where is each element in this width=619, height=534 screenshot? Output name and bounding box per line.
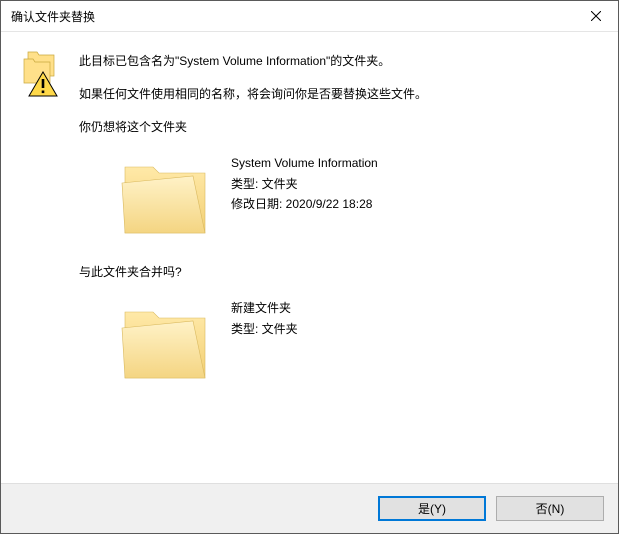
warning-folders-icon bbox=[21, 50, 61, 98]
message-line1: 此目标已包含名为"System Volume Information"的文件夹。 bbox=[79, 52, 427, 71]
no-button[interactable]: 否(N) bbox=[496, 496, 604, 521]
button-bar: 是(Y) 否(N) bbox=[1, 483, 618, 533]
close-icon bbox=[591, 11, 601, 21]
dialog-window: 确认文件夹替换 bbox=[0, 0, 619, 534]
destination-folder-block: 新建文件夹 类型: 文件夹 bbox=[119, 298, 598, 390]
source-folder-modified: 修改日期: 2020/9/22 18:28 bbox=[231, 194, 378, 214]
source-folder-name: System Volume Information bbox=[231, 153, 378, 173]
header-row: 此目标已包含名为"System Volume Information"的文件夹。… bbox=[21, 50, 598, 104]
folder-icon bbox=[119, 153, 211, 245]
destination-prompt: 与此文件夹合并吗? bbox=[79, 263, 598, 280]
destination-folder-details: 新建文件夹 类型: 文件夹 bbox=[231, 298, 298, 339]
close-button[interactable] bbox=[573, 1, 618, 31]
yes-button[interactable]: 是(Y) bbox=[378, 496, 486, 521]
source-folder-type: 类型: 文件夹 bbox=[231, 174, 378, 194]
source-folder-details: System Volume Information 类型: 文件夹 修改日期: … bbox=[231, 153, 378, 214]
header-text: 此目标已包含名为"System Volume Information"的文件夹。… bbox=[79, 50, 427, 104]
destination-folder-type: 类型: 文件夹 bbox=[231, 319, 298, 339]
window-title: 确认文件夹替换 bbox=[1, 8, 95, 25]
folder-icon bbox=[119, 298, 211, 390]
source-prompt: 你仍想将这个文件夹 bbox=[79, 118, 598, 135]
destination-folder-name: 新建文件夹 bbox=[231, 298, 298, 318]
dialog-content: 此目标已包含名为"System Volume Information"的文件夹。… bbox=[1, 32, 618, 483]
titlebar: 确认文件夹替换 bbox=[1, 1, 618, 32]
source-folder-block: System Volume Information 类型: 文件夹 修改日期: … bbox=[119, 153, 598, 245]
message-line2: 如果任何文件使用相同的名称，将会询问你是否要替换这些文件。 bbox=[79, 85, 427, 104]
